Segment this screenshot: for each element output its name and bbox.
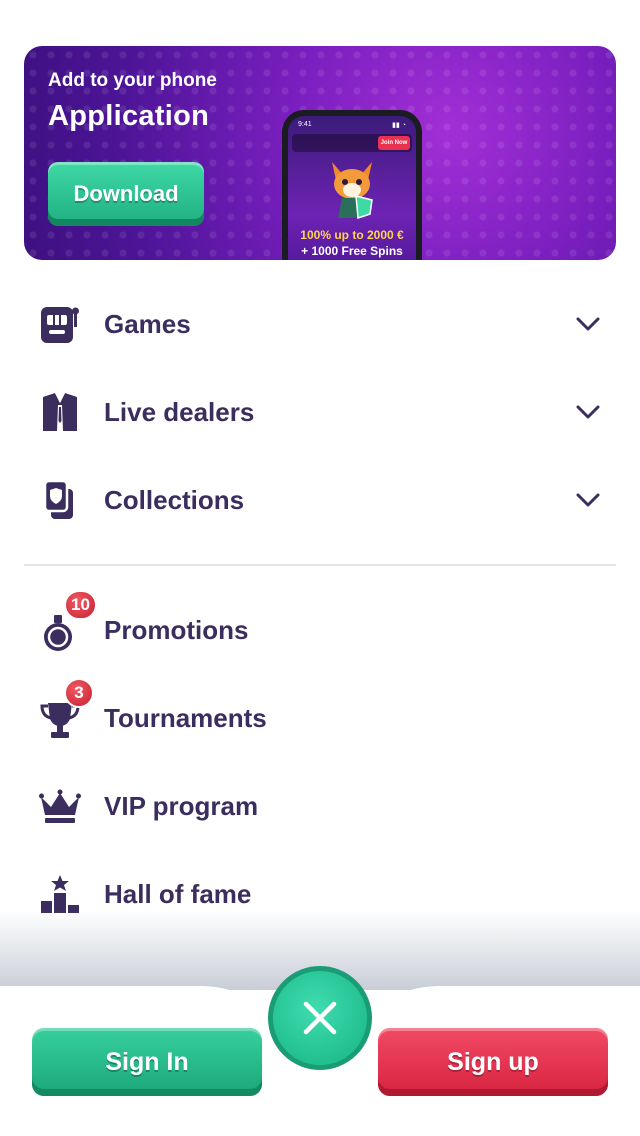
phone-time: 9:41: [298, 121, 312, 128]
phone-join-button: Join Now: [378, 136, 410, 150]
close-icon: [303, 1001, 337, 1035]
phone-mockup: 9:41 ▮▮ ◔ Join Now 100% up to 2000 € + 1…: [282, 110, 422, 260]
menu-label-vip-program: VIP program: [104, 790, 259, 821]
menu-label-collections: Collections: [104, 484, 245, 515]
app-download-banner: Add to your phone Application Download 9…: [24, 46, 616, 260]
menu-label-tournaments: Tournaments: [104, 702, 267, 733]
phone-screen: 9:41 ▮▮ ◔ Join Now 100% up to 2000 € + 1…: [288, 116, 416, 260]
menu-item-vip-program[interactable]: VIP program: [0, 766, 640, 846]
phone-promo-line2: + 1000 Free Spins: [301, 244, 403, 258]
bottom-action-bar: Sign In Sign up: [0, 940, 640, 1136]
dealer-suit-icon: [38, 390, 82, 434]
menu-item-collections[interactable]: Collections: [0, 460, 640, 540]
chevron-down-icon[interactable]: [574, 310, 602, 338]
tournaments-count-badge: 3: [64, 678, 94, 708]
menu-label-promotions: Promotions: [104, 614, 249, 645]
slot-machine-icon: [38, 302, 82, 346]
banner-subtitle: Add to your phone: [48, 70, 217, 91]
menu-divider: [24, 564, 616, 566]
phone-promo-line1: 100% up to 2000 €: [300, 228, 404, 242]
mobile-menu-page: Add to your phone Application Download 9…: [0, 0, 640, 1136]
menu-item-live-dealers[interactable]: Live dealers: [0, 372, 640, 452]
menu-label-live-dealers: Live dealers: [104, 396, 255, 427]
menu-label-hall-of-fame: Hall of fame: [104, 878, 252, 909]
phone-status-bar: 9:41 ▮▮ ◔: [298, 121, 406, 131]
close-menu-button[interactable]: [268, 966, 372, 1070]
menu-item-tournaments[interactable]: 3 Tournaments: [0, 678, 640, 758]
banner-title: Application: [48, 100, 210, 132]
sign-up-button[interactable]: Sign up: [378, 1028, 608, 1096]
menu-item-promotions[interactable]: 10 Promotions: [0, 590, 640, 670]
crown-icon: [38, 784, 82, 828]
menu-label-games: Games: [104, 308, 191, 339]
menu-item-games[interactable]: Games: [0, 284, 640, 364]
sign-in-button[interactable]: Sign In: [32, 1028, 262, 1096]
fox-mascot-icon: [332, 162, 373, 220]
chevron-down-icon[interactable]: [574, 486, 602, 514]
cards-icon: [38, 478, 82, 522]
download-button[interactable]: Download: [48, 162, 204, 226]
promotions-count-badge: 10: [64, 590, 97, 620]
signal-icon: ▮▮ ◔: [392, 122, 406, 129]
chevron-down-icon[interactable]: [574, 398, 602, 426]
